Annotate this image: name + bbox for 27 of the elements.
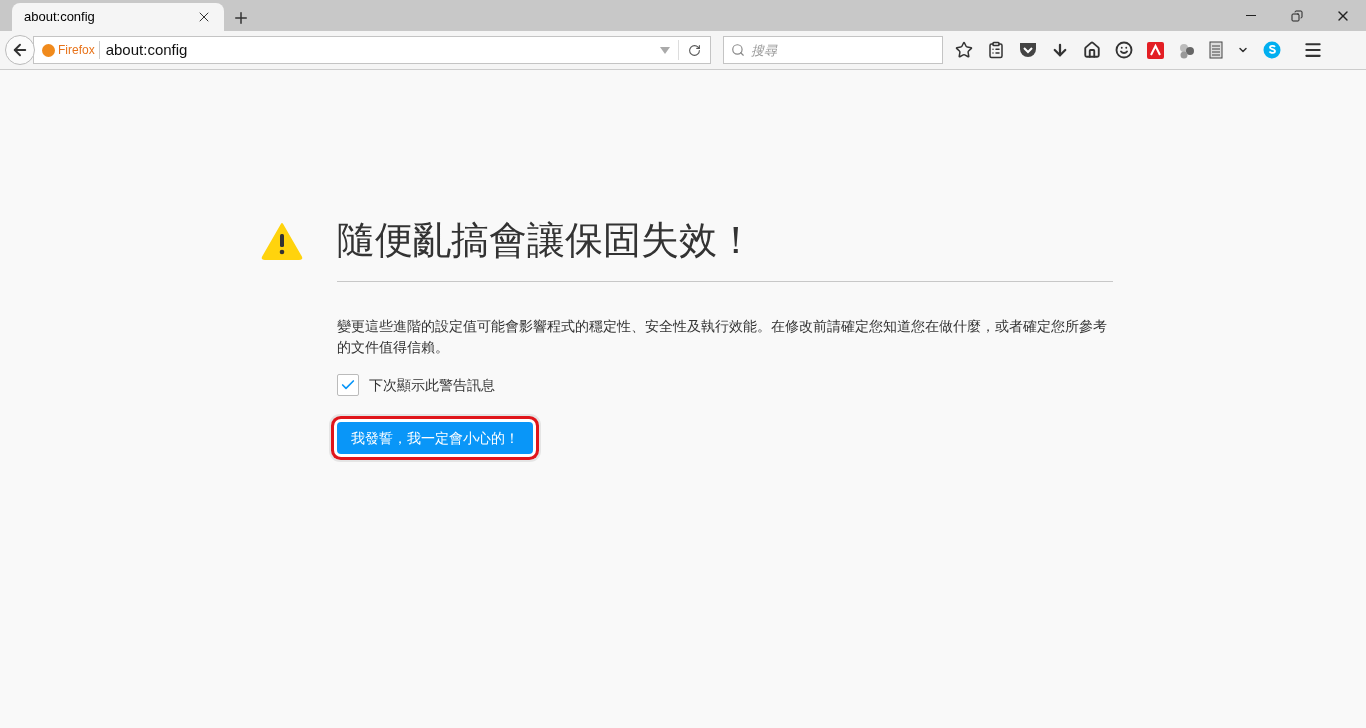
home-icon[interactable]: [1083, 41, 1101, 59]
warning-message: 變更這些進階的設定值可能會影響程式的穩定性、安全性及執行效能。在修改前請確定您知道您在做什麼，或者確定您所參考的文件值得信賴。: [337, 317, 1108, 357]
page-title: 隨便亂搞會讓保固失效！: [337, 212, 1113, 282]
url-text: about:config: [104, 39, 189, 60]
back-button[interactable]: [5, 35, 35, 65]
balls-icon[interactable]: [1178, 41, 1195, 59]
reload-icon[interactable]: [688, 43, 701, 57]
url-bar[interactable]: Firefox about:config: [33, 36, 711, 64]
search-field[interactable]: 搜尋: [723, 36, 943, 64]
restore-icon: [1291, 9, 1303, 22]
menu-icon[interactable]: [1303, 40, 1323, 60]
clipboard-icon[interactable]: [987, 41, 1005, 59]
firefox-icon: [42, 43, 55, 57]
extension-icon[interactable]: [1147, 41, 1164, 59]
checkbox[interactable]: [337, 374, 359, 396]
smiley-icon[interactable]: [1115, 41, 1133, 59]
bookmark-star-icon[interactable]: [955, 41, 973, 59]
search-icon: [731, 43, 745, 57]
download-icon[interactable]: [1051, 41, 1069, 59]
pocket-icon[interactable]: [1019, 42, 1037, 58]
tab-title: about:config: [24, 8, 96, 27]
new-tab-icon[interactable]: [232, 9, 250, 27]
minimize-icon: [1246, 15, 1256, 16]
browser-tab[interactable]: about:config: [12, 3, 224, 31]
checkbox-label: 下次顯示此警告訊息: [369, 375, 495, 395]
identity-label: Firefox: [58, 41, 100, 59]
warning-icon: [261, 222, 303, 260]
